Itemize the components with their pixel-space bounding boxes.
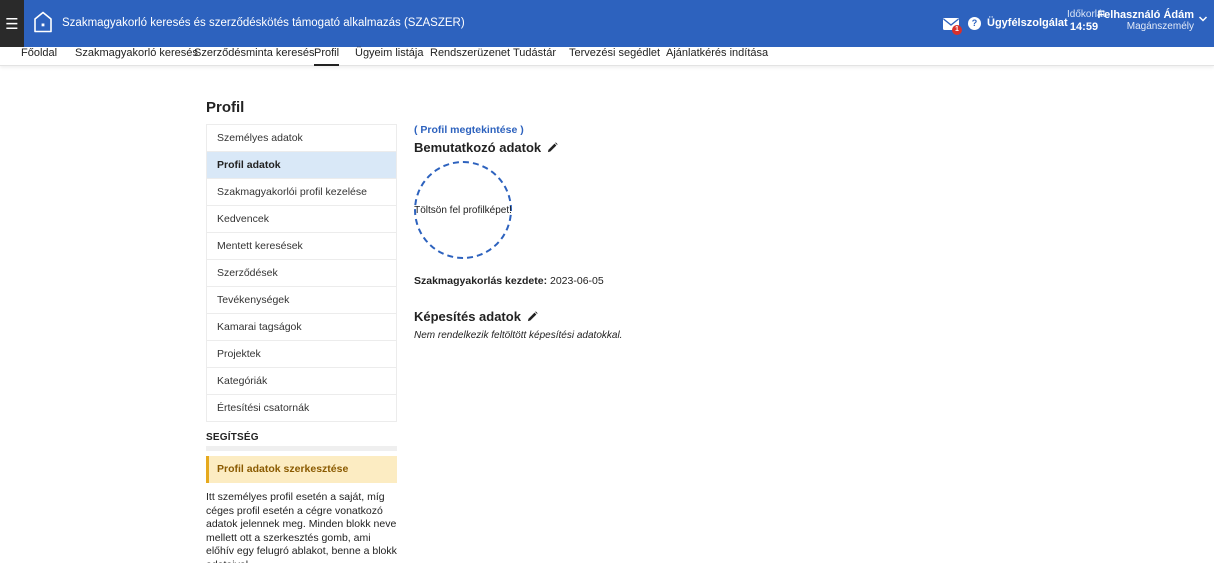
side-item-kamarai-tagsagok[interactable]: Kamarai tagságok bbox=[207, 314, 396, 341]
view-profile-link[interactable]: ( Profil megtekintése ) bbox=[414, 124, 524, 136]
app-title: Szakmagyakorló keresés és szerződéskötés… bbox=[62, 17, 465, 29]
side-item-profil-adatok[interactable]: Profil adatok bbox=[207, 152, 396, 179]
upload-picture-text: Töltsön fel profilképet! bbox=[414, 204, 512, 216]
nav-item-fooldal[interactable]: Főoldal bbox=[21, 47, 57, 66]
user-name[interactable]: Felhasználó Ádám bbox=[1097, 9, 1194, 21]
session-timer-label: Időkorlát bbox=[1067, 9, 1106, 20]
intro-section-title: Bemutatkozó adatok bbox=[414, 140, 558, 155]
chevron-down-icon[interactable] bbox=[1198, 14, 1208, 24]
qualification-title-text: Képesítés adatok bbox=[414, 309, 521, 324]
top-header: ☰ Szakmagyakorló keresés és szerződésköt… bbox=[0, 0, 1214, 47]
practice-start-value: 2023-06-05 bbox=[550, 275, 604, 287]
nav-item-ajanlatkeres-inditasa[interactable]: Ajánlatkérés indítása bbox=[666, 47, 768, 66]
help-heading: SEGÍTSÉG bbox=[206, 432, 259, 443]
nav-item-szakmagyakorlo-kereses[interactable]: Szakmagyakorló keresés bbox=[75, 47, 198, 66]
side-item-ertesitesi-csatornak[interactable]: Értesítési csatornák bbox=[207, 395, 396, 422]
side-item-szemelyes-adatok[interactable]: Személyes adatok bbox=[207, 125, 396, 152]
user-type: Magánszemély bbox=[1126, 21, 1194, 32]
intro-title-text: Bemutatkozó adatok bbox=[414, 140, 542, 155]
nav-item-tervezesi-segedlet[interactable]: Tervezési segédlet bbox=[569, 47, 660, 66]
main-nav: Főoldal Szakmagyakorló keresés Szerződés… bbox=[0, 47, 1214, 66]
nav-item-rendszeruzenet[interactable]: Rendszerüzenet bbox=[430, 47, 510, 66]
side-item-szakmagyakorloi-profil[interactable]: Szakmagyakorlói profil kezelése bbox=[207, 179, 396, 206]
qualification-section-title: Képesítés adatok bbox=[414, 309, 538, 324]
notification-badge: 1 bbox=[952, 25, 962, 35]
hamburger-menu-icon[interactable]: ☰ bbox=[0, 0, 24, 47]
session-timer-value: 14:59 bbox=[1069, 21, 1099, 33]
side-item-szerzodesek[interactable]: Szerződések bbox=[207, 260, 396, 287]
page-title: Profil bbox=[206, 99, 245, 116]
side-item-projektek[interactable]: Projektek bbox=[207, 341, 396, 368]
help-description: Itt személyes profil esetén a saját, míg… bbox=[206, 491, 397, 563]
profile-picture-upload[interactable]: Töltsön fel profilképet! bbox=[414, 161, 512, 259]
side-item-tevekenysegek[interactable]: Tevékenységek bbox=[207, 287, 396, 314]
practice-start-label: Szakmagyakorlás kezdete: bbox=[414, 275, 548, 287]
side-item-kategoriak[interactable]: Kategóriák bbox=[207, 368, 396, 395]
practice-start-row: Szakmagyakorlás kezdete: 2023-06-05 bbox=[414, 275, 604, 287]
pencil-icon[interactable] bbox=[547, 142, 558, 153]
profile-side-menu: Személyes adatok Profil adatok Szakmagya… bbox=[206, 124, 397, 422]
house-logo-icon[interactable] bbox=[34, 11, 52, 33]
side-item-kedvencek[interactable]: Kedvencek bbox=[207, 206, 396, 233]
nav-item-ugyeim-listaja[interactable]: Ügyeim listája bbox=[355, 47, 423, 66]
pencil-icon[interactable] bbox=[527, 311, 538, 322]
side-item-mentett-keresesek[interactable]: Mentett keresések bbox=[207, 233, 396, 260]
question-circle-icon[interactable]: ? bbox=[968, 17, 981, 30]
qualification-empty-text: Nem rendelkezik feltöltött képesítési ad… bbox=[414, 330, 623, 341]
customer-service-link[interactable]: Ügyfélszolgálat bbox=[987, 17, 1068, 29]
nav-item-tudastar[interactable]: Tudástár bbox=[513, 47, 556, 66]
nav-item-szerzodesminta-kereses[interactable]: Szerződésminta keresés bbox=[194, 47, 314, 66]
help-box-title: Profil adatok szerkesztése bbox=[206, 456, 397, 483]
nav-item-profil[interactable]: Profil bbox=[314, 47, 340, 66]
help-divider bbox=[206, 446, 397, 451]
